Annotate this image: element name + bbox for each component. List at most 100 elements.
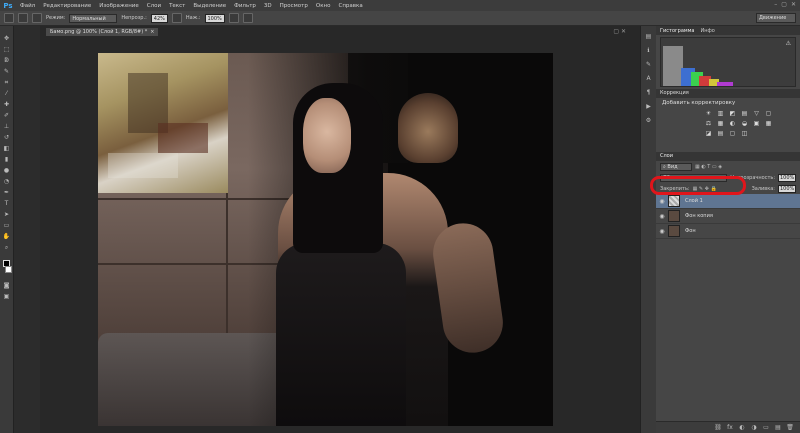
- levels-adjust-icon[interactable]: ▥: [716, 109, 725, 117]
- menu-select[interactable]: Выделение: [189, 3, 230, 9]
- vibrance-adjust-icon[interactable]: ▽: [752, 109, 761, 117]
- crop-tool-icon[interactable]: ⌗: [2, 78, 12, 87]
- quick-mask-icon[interactable]: ◙: [2, 281, 12, 290]
- healing-tool-icon[interactable]: ✚: [2, 100, 12, 109]
- mode-label: Режим:: [46, 15, 66, 21]
- layer-row[interactable]: ◉ Фон копия: [656, 209, 800, 224]
- screen-mode-icon[interactable]: ▣: [2, 292, 12, 301]
- image-canvas[interactable]: [98, 53, 553, 426]
- pen-tool-icon[interactable]: ✒: [2, 188, 12, 197]
- flow-field[interactable]: 100%: [204, 13, 225, 23]
- document-tab-close-icon[interactable]: ×: [150, 29, 154, 35]
- paragraph-panel-icon[interactable]: ¶: [644, 88, 653, 97]
- gradient-map-icon[interactable]: ▢: [728, 129, 737, 137]
- type-tool-icon[interactable]: T: [2, 199, 12, 208]
- background-color-swatch[interactable]: [4, 266, 12, 273]
- menu-layers[interactable]: Слои: [143, 3, 165, 9]
- visibility-eye-icon[interactable]: ◉: [656, 198, 668, 205]
- close-button[interactable]: ✕: [791, 1, 796, 8]
- brush-size-icon[interactable]: [18, 13, 28, 23]
- menu-image[interactable]: Изображение: [95, 3, 143, 9]
- layer-filter-select[interactable]: ⌕ Вид: [660, 162, 692, 171]
- history-brush-icon[interactable]: ↺: [2, 133, 12, 142]
- opacity-field[interactable]: 42%: [150, 13, 168, 23]
- layer-opacity-field[interactable]: 100%: [778, 173, 796, 182]
- menu-edit[interactable]: Редактирование: [39, 3, 95, 9]
- airbrush-icon[interactable]: [228, 13, 239, 23]
- curves-adjust-icon[interactable]: ◩: [728, 109, 737, 117]
- tool-presets-icon[interactable]: ⚙: [644, 116, 653, 125]
- menu-window[interactable]: Окно: [312, 3, 335, 9]
- histogram-graph: ⚠: [660, 37, 796, 87]
- brush-preset-icon[interactable]: [4, 13, 14, 23]
- layer-row[interactable]: ◉ Фон: [656, 224, 800, 239]
- pressure-opacity-icon[interactable]: [171, 13, 182, 23]
- path-select-tool-icon[interactable]: ➤: [2, 210, 12, 219]
- new-layer-icon[interactable]: ▤: [774, 424, 782, 432]
- minimize-button[interactable]: –: [774, 1, 777, 8]
- quick-select-tool-icon[interactable]: ✎: [2, 67, 12, 76]
- tab-layers[interactable]: Слои: [656, 152, 800, 161]
- eyedropper-tool-icon[interactable]: ⁄: [2, 89, 12, 98]
- tab-info[interactable]: Инфо: [701, 28, 715, 34]
- threshold-icon[interactable]: ▤: [716, 129, 725, 137]
- menu-3d[interactable]: 3D: [260, 3, 276, 9]
- mode-select[interactable]: Нормальный: [69, 13, 118, 23]
- gradient-tool-icon[interactable]: ▮: [2, 155, 12, 164]
- photo-filter-icon[interactable]: ◐: [728, 119, 737, 127]
- color-lookup-icon[interactable]: ▣: [752, 119, 761, 127]
- color-balance-icon[interactable]: ⚖: [704, 119, 713, 127]
- black-dress: [276, 243, 406, 426]
- history-panel-icon[interactable]: ▤: [644, 32, 653, 41]
- fill-field[interactable]: 100%: [778, 184, 796, 193]
- dodge-tool-icon[interactable]: ◔: [2, 177, 12, 186]
- shape-tool-icon[interactable]: ▭: [2, 221, 12, 230]
- selective-color-icon[interactable]: ◫: [740, 129, 749, 137]
- menu-file[interactable]: Файл: [16, 3, 39, 9]
- brush-panel-icon[interactable]: [32, 13, 42, 23]
- invert-icon[interactable]: ▦: [764, 119, 773, 127]
- menu-text[interactable]: Текст: [165, 3, 189, 9]
- properties-panel-icon[interactable]: ℹ: [644, 46, 653, 55]
- maximize-button[interactable]: ▢: [781, 1, 787, 8]
- link-layers-icon[interactable]: ⛓: [714, 424, 722, 432]
- delete-layer-icon[interactable]: 🗑: [786, 424, 794, 432]
- actions-panel-icon[interactable]: ▶: [644, 102, 653, 111]
- menu-help[interactable]: Справка: [334, 3, 366, 9]
- brush-panel-icon[interactable]: ✎: [644, 60, 653, 69]
- document-tab[interactable]: Бамо.png @ 100% (Слой 1, RGB/8#) * ×: [46, 28, 159, 36]
- pressure-size-icon[interactable]: [242, 13, 253, 23]
- blur-tool-icon[interactable]: ●: [2, 166, 12, 175]
- hue-adjust-icon[interactable]: ▢: [764, 109, 773, 117]
- zoom-tool-icon[interactable]: ⌕: [2, 243, 12, 252]
- layer-thumbnail: [668, 225, 680, 237]
- corrections-tab[interactable]: Коррекция: [656, 89, 800, 98]
- filter-icons[interactable]: ▦ ◐ T ▭ ◈: [695, 164, 722, 170]
- lasso-tool-icon[interactable]: ↁ: [2, 56, 12, 65]
- black-white-icon[interactable]: ▦: [716, 119, 725, 127]
- new-adjustment-icon[interactable]: ◑: [750, 424, 758, 432]
- histogram-warning-icon[interactable]: ⚠: [786, 40, 791, 47]
- exposure-adjust-icon[interactable]: ▤: [740, 109, 749, 117]
- stamp-tool-icon[interactable]: ⊥: [2, 122, 12, 131]
- visibility-eye-icon[interactable]: ◉: [656, 228, 668, 235]
- menu-view[interactable]: Просмотр: [276, 3, 312, 9]
- document-window-controls[interactable]: ▢ ✕: [613, 28, 626, 35]
- visibility-eye-icon[interactable]: ◉: [656, 213, 668, 220]
- tab-histogram[interactable]: Гистограмма: [660, 28, 695, 34]
- brush-tool-icon[interactable]: ✐: [2, 111, 12, 120]
- add-mask-icon[interactable]: ◐: [738, 424, 746, 432]
- eraser-tool-icon[interactable]: ◧: [2, 144, 12, 153]
- workspace-select[interactable]: Движение: [756, 13, 796, 23]
- hand-tool-icon[interactable]: ✋: [2, 232, 12, 241]
- character-panel-icon[interactable]: A: [644, 74, 653, 83]
- move-tool-icon[interactable]: ✥: [2, 34, 12, 43]
- channel-mixer-icon[interactable]: ◒: [740, 119, 749, 127]
- menu-filter[interactable]: Фильтр: [230, 3, 260, 9]
- posterize-icon[interactable]: ◪: [704, 129, 713, 137]
- brightness-adjust-icon[interactable]: ☀: [704, 109, 713, 117]
- marquee-tool-icon[interactable]: ⬚: [2, 45, 12, 54]
- layer-style-icon[interactable]: fx: [726, 424, 734, 432]
- layer-row[interactable]: ◉ Слой 1: [656, 194, 800, 209]
- new-group-icon[interactable]: ▭: [762, 424, 770, 432]
